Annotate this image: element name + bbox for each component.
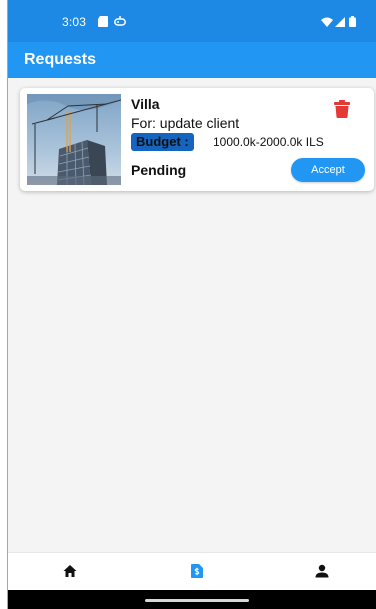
request-client: For: update client [131, 115, 240, 131]
app-bar: Requests [8, 42, 376, 78]
game-controller-icon [114, 14, 126, 32]
home-icon [63, 565, 77, 577]
budget-label: Budget : [131, 133, 194, 151]
budget-value: 1000.0k-2000.0k ILS [213, 135, 324, 149]
sd-card-icon [98, 14, 109, 32]
requests-list: Villa For: update client Budget : 1000.0… [8, 78, 376, 552]
cell-signal-icon [335, 14, 345, 32]
accept-button[interactable]: Accept [291, 158, 365, 182]
page-title: Requests [24, 51, 97, 68]
status-time: 3:03 [62, 15, 87, 29]
request-card[interactable]: Villa For: update client Budget : 1000.0… [20, 88, 374, 191]
home-gesture-handle[interactable] [145, 599, 249, 602]
person-icon [315, 564, 329, 578]
wifi-icon [321, 14, 333, 32]
status-bar: 3:03 [8, 0, 376, 42]
nav-home[interactable] [50, 553, 90, 591]
request-status: Pending [131, 162, 187, 178]
nav-profile[interactable] [302, 553, 342, 591]
app-screen: 3:03 Requests Villa For: update client B… [8, 0, 376, 609]
device-frame: 3:03 Requests Villa For: update client B… [0, 0, 376, 609]
bottom-navigation [8, 552, 376, 590]
delete-icon[interactable] [334, 100, 350, 118]
construction-crane-building-photo [27, 94, 121, 185]
system-gesture-bar [8, 590, 376, 609]
request-title: Villa [131, 96, 160, 112]
nav-requests[interactable] [178, 553, 218, 591]
window-edge [0, 0, 8, 609]
request-document-icon [191, 564, 203, 578]
battery-icon [349, 14, 356, 32]
